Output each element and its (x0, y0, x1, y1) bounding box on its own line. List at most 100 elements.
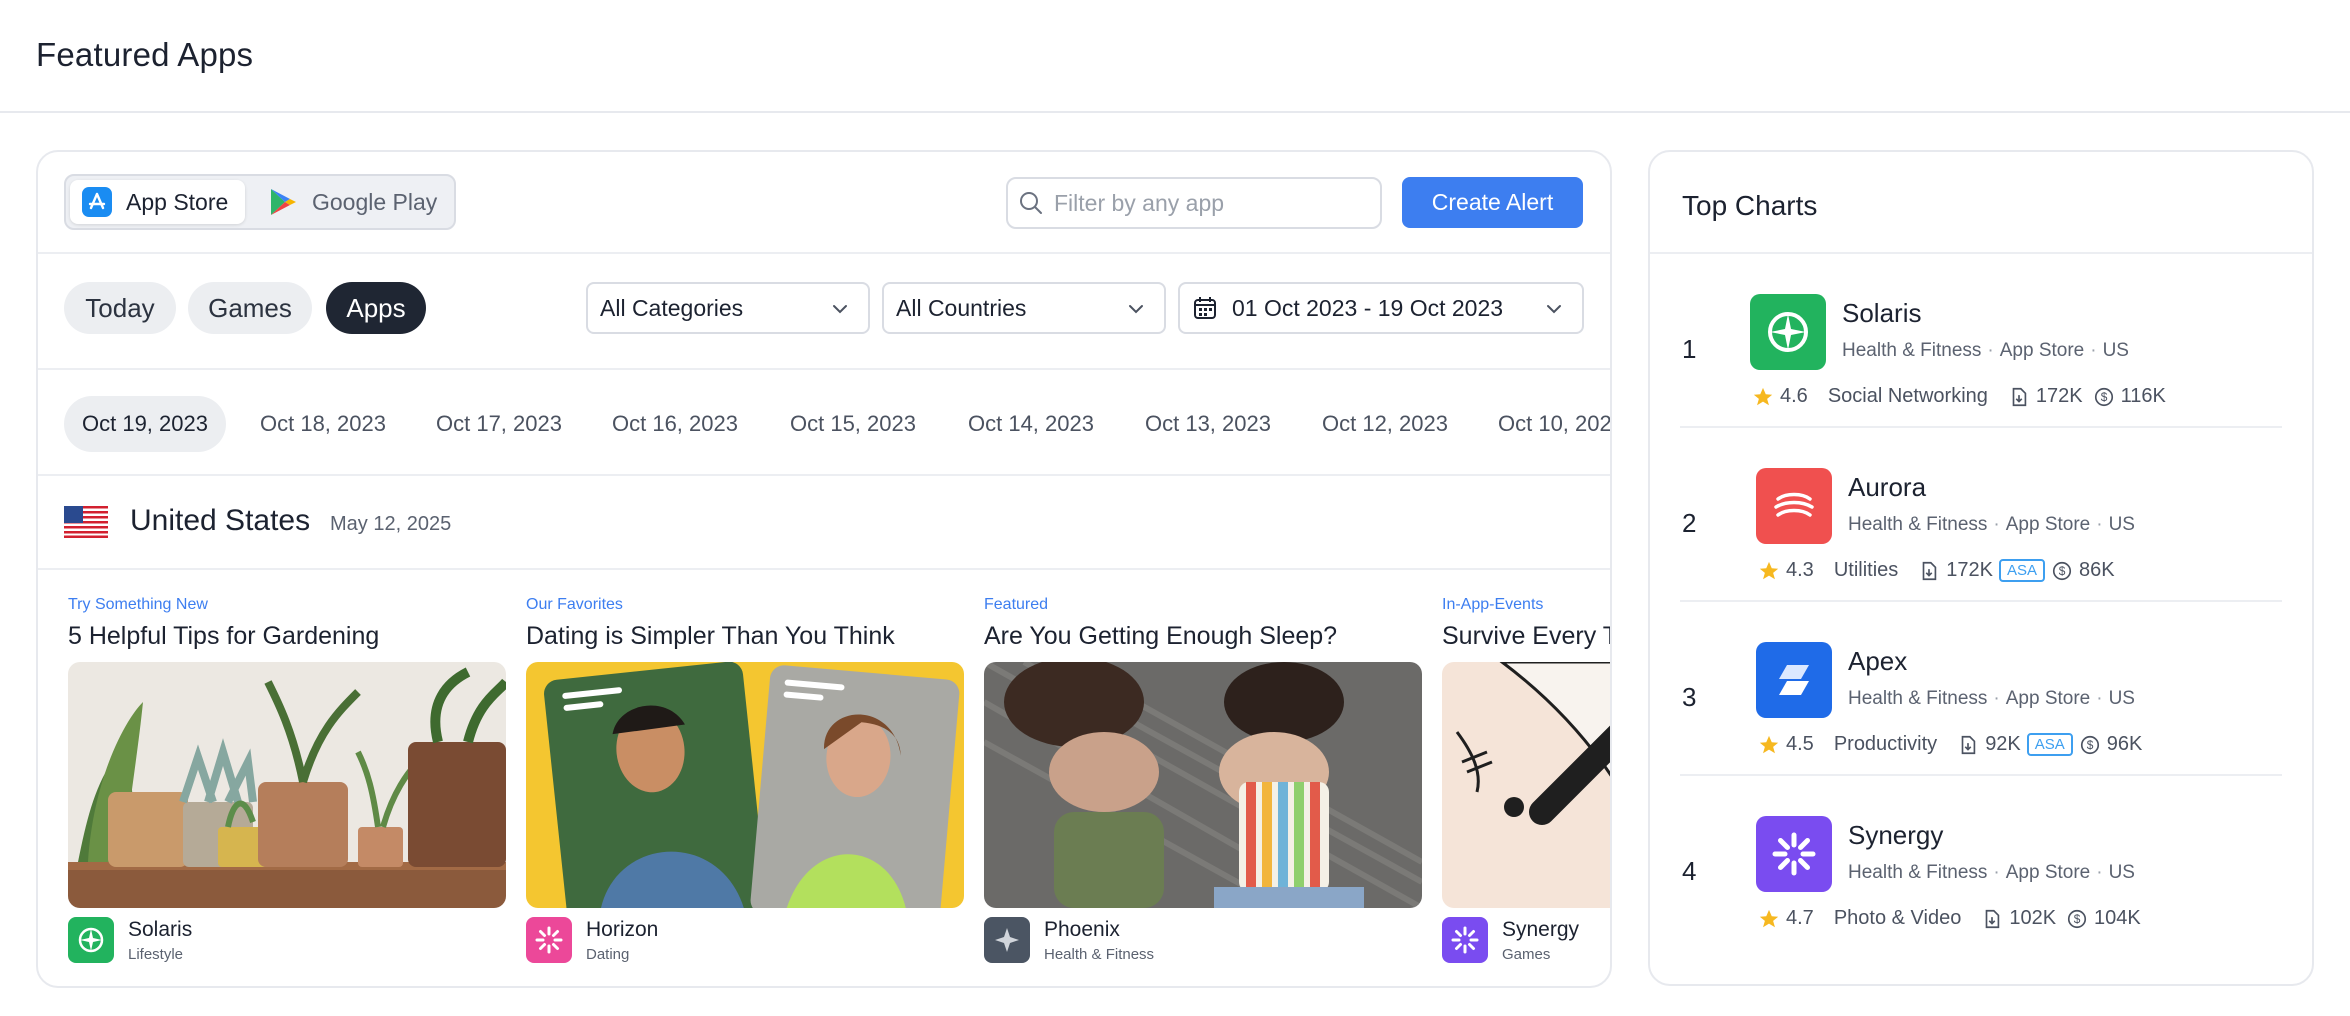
solaris-app-icon (68, 917, 114, 963)
pill-apps[interactable]: Apps (326, 282, 426, 334)
rank-number: 1 (1682, 334, 1697, 364)
search-input[interactable] (1054, 189, 1354, 217)
date-tab[interactable]: Oct 19, 2023 (64, 396, 226, 452)
chart-row[interactable]: 3 Apex Health & Fitness · App Store · US 4.5… (1650, 602, 2312, 776)
featured-app-name: Phoenix (1044, 918, 1120, 941)
chart-row[interactable]: 2 Aurora Health & Fitness · App Store · US 4… (1650, 428, 2312, 602)
divider (38, 252, 1610, 254)
google-play-tab[interactable]: Google Play (256, 180, 452, 224)
star-icon (1758, 734, 1780, 756)
featured-card[interactable]: Try Something New 5 Helpful Tips for Gar… (68, 596, 506, 963)
star-icon (1758, 560, 1780, 582)
country-name: United States (130, 504, 311, 537)
featured-app-name: Synergy (1502, 918, 1580, 941)
app-stats: 4.7 Photo & Video 102K $ 104K (1758, 907, 2141, 930)
featured-card[interactable]: Featured Are You Getting Enough Sleep? P… (984, 596, 1422, 963)
app-name: Synergy (1848, 820, 1944, 850)
date-tab[interactable]: Oct 16, 2023 (600, 396, 750, 452)
featured-kicker: Featured (984, 596, 1049, 613)
genre: Utilities (1833, 559, 1899, 581)
featured-image-illustration (1442, 662, 1610, 908)
store-toggle: App Store Google Play (64, 174, 456, 230)
featured-image-dating (526, 662, 964, 908)
app-store: App Store (2005, 688, 2091, 709)
revenue: 104K (2094, 907, 2141, 929)
app-country: US (2102, 340, 2129, 361)
rating: 4.3 (1786, 559, 1814, 581)
app-meta: Health & Fitness · App Store · US (1848, 862, 2135, 883)
apex-app-icon (1756, 642, 1832, 718)
app-stats: 4.3 Utilities 172K ASA $ 86K (1758, 559, 2115, 582)
divider (38, 568, 1610, 570)
us-flag-icon (64, 506, 108, 538)
app-store: App Store (2005, 514, 2091, 535)
pill-games[interactable]: Games (188, 282, 312, 334)
genre: Productivity (1833, 733, 1938, 755)
app-country: US (2108, 862, 2135, 883)
date-tab[interactable]: Oct 18, 2023 (248, 396, 398, 452)
featured-title: 5 Helpful Tips for Gardening (68, 622, 380, 650)
chevron-down-icon (1126, 299, 1146, 319)
featured-card[interactable]: In-App-Events Survive Every Trip Synergy… (1442, 596, 1610, 963)
top-charts-panel: Top Charts 1 Solaris Health & Fitness · Ap… (1648, 150, 2314, 986)
pill-today[interactable]: Today (64, 282, 176, 334)
search-icon (1018, 190, 1044, 216)
date-tab[interactable]: Oct 12, 2023 (1310, 396, 1460, 452)
date-tab[interactable]: Oct 14, 2023 (956, 396, 1106, 452)
featured-panel: App Store Google Play Create Alert Today… (36, 150, 1612, 988)
revenue-icon: $ (2093, 386, 2115, 408)
featured-image-sleep (984, 662, 1422, 908)
app-stats: 4.6 Social Networking 172K $ 116K (1752, 385, 2166, 408)
star-icon (1758, 908, 1780, 930)
featured-kicker: Our Favorites (526, 596, 623, 613)
rank-number: 4 (1682, 856, 1697, 886)
app-store-tab[interactable]: App Store (70, 180, 245, 224)
chart-row[interactable]: 1 Solaris Health & Fitness · App Store · US … (1650, 254, 2312, 428)
country-date: May 12, 2025 (330, 513, 452, 535)
app-stats: 4.5 Productivity 92K ASA $ 96K (1758, 733, 2142, 756)
chart-row[interactable]: 4 Synergy Health & Fitness · App Store · US … (1650, 776, 2312, 950)
app-store-icon (82, 187, 112, 217)
featured-title: Survive Every Trip (1442, 622, 1610, 650)
revenue: 86K (2079, 559, 2115, 581)
categories-dropdown-label: All Categories (600, 294, 744, 321)
app-store: App Store (2005, 862, 2091, 883)
featured-title: Are You Getting Enough Sleep? (984, 622, 1338, 650)
app-name: Solaris (1842, 298, 1922, 328)
date-tab[interactable]: Oct 10, 2023 (1498, 396, 1610, 452)
create-alert-button[interactable]: Create Alert (1402, 177, 1583, 228)
revenue: 116K (2120, 385, 2166, 407)
app-meta: Health & Fitness · App Store · US (1842, 340, 2129, 361)
page-title: Featured Apps (36, 36, 254, 73)
featured-app-category: Lifestyle (128, 946, 184, 963)
countries-dropdown[interactable]: All Countries (882, 282, 1166, 334)
download-icon (2008, 386, 2030, 408)
asa-badge: ASA (1998, 559, 2045, 582)
date-tab[interactable]: Oct 13, 2023 (1133, 396, 1283, 452)
app-country: US (2108, 688, 2135, 709)
featured-card[interactable]: Our Favorites Dating is Simpler Than You… (526, 596, 964, 963)
chevron-down-icon (830, 299, 850, 319)
date-range-dropdown[interactable]: 01 Oct 2023 - 19 Oct 2023 (1178, 282, 1584, 334)
revenue: 96K (2106, 733, 2143, 755)
svg-text:$: $ (2100, 390, 2107, 404)
svg-text:$: $ (2074, 912, 2081, 926)
app-meta: Health & Fitness · App Store · US (1848, 688, 2135, 709)
categories-dropdown[interactable]: All Categories (586, 282, 870, 334)
synergy-app-icon (1442, 917, 1488, 963)
featured-kicker: In-App-Events (1442, 596, 1544, 613)
downloads: 92K (1985, 733, 2021, 755)
svg-text:$: $ (2059, 564, 2066, 578)
divider (38, 368, 1610, 370)
featured-title: Dating is Simpler Than You Think (526, 622, 895, 650)
app-store: App Store (1999, 340, 2085, 361)
rank-number: 2 (1682, 508, 1697, 538)
calendar-icon (1192, 295, 1218, 321)
date-tab[interactable]: Oct 15, 2023 (778, 396, 928, 452)
revenue-icon: $ (2051, 560, 2073, 582)
date-range-label: 01 Oct 2023 - 19 Oct 2023 (1232, 294, 1504, 321)
app-store-label: App Store (126, 188, 229, 215)
downloads: 172K (1946, 559, 1993, 581)
date-tab[interactable]: Oct 17, 2023 (424, 396, 574, 452)
featured-app-category: Health & Fitness (1044, 946, 1155, 963)
